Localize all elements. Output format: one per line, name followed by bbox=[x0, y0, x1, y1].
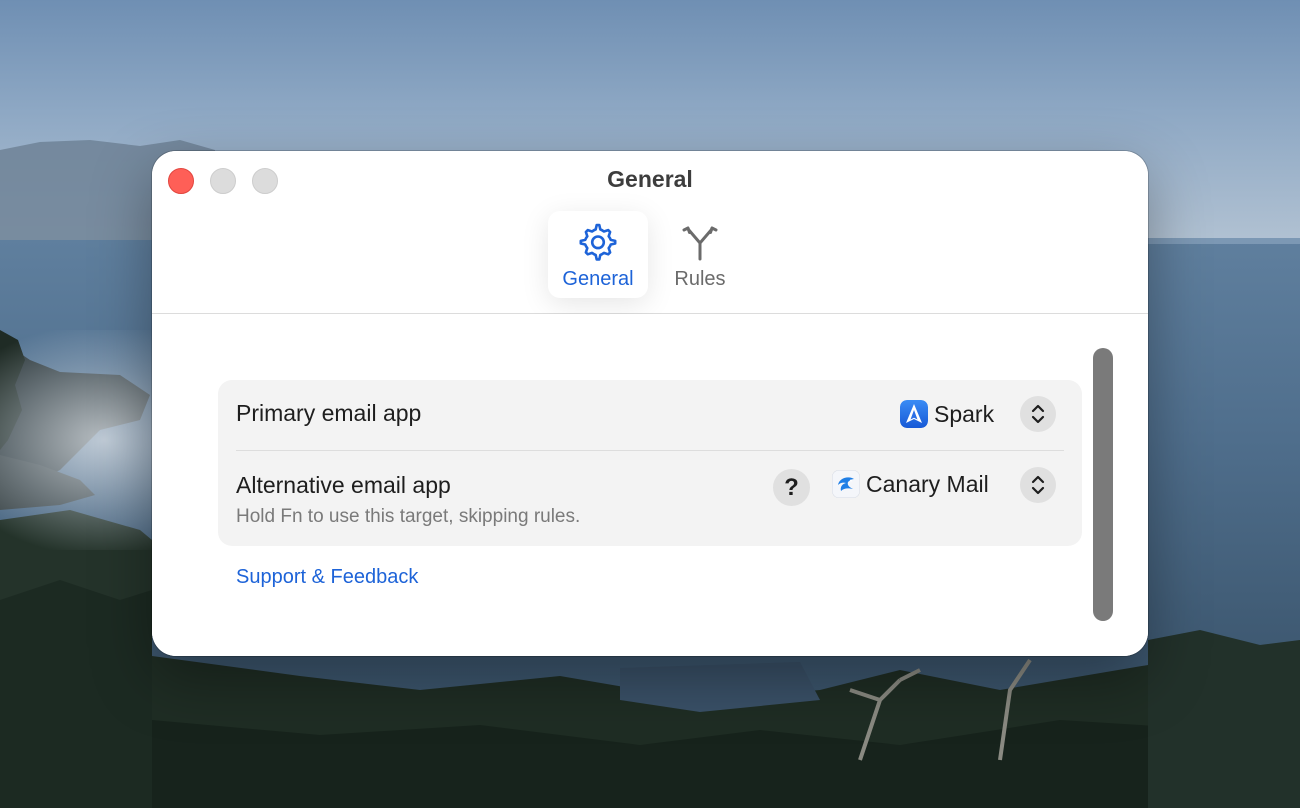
primary-email-app-value[interactable]: Spark bbox=[900, 400, 994, 428]
general-settings-pane: Primary email app Spark Alternative emai… bbox=[152, 314, 1148, 656]
settings-window: General General Rules Primary email app … bbox=[152, 151, 1148, 656]
primary-email-app-popup-button[interactable] bbox=[1020, 396, 1056, 432]
vertical-scrollbar[interactable] bbox=[1093, 348, 1113, 621]
chevron-up-down-icon bbox=[1031, 475, 1045, 495]
row-divider bbox=[236, 450, 1064, 451]
tab-rules-label: Rules bbox=[674, 268, 726, 290]
alternative-email-app-value[interactable]: Canary Mail bbox=[832, 470, 989, 498]
alternative-email-app-popup-button[interactable] bbox=[1020, 467, 1056, 503]
branch-icon bbox=[682, 226, 718, 261]
help-button[interactable]: ? bbox=[773, 469, 810, 506]
spark-app-icon bbox=[900, 400, 928, 428]
gear-icon bbox=[579, 223, 617, 261]
tab-rules[interactable]: Rules bbox=[650, 211, 750, 298]
alternative-email-app-label: Alternative email app bbox=[236, 472, 451, 498]
chevron-up-down-icon bbox=[1031, 404, 1045, 424]
tab-general-label: General bbox=[562, 268, 634, 290]
email-app-settings-group: Primary email app Spark Alternative emai… bbox=[218, 380, 1082, 546]
alternative-email-app-description: Hold Fn to use this target, skipping rul… bbox=[236, 506, 581, 527]
primary-email-app-name: Spark bbox=[934, 400, 995, 427]
window-titlebar: General General Rules bbox=[152, 151, 1148, 314]
canary-mail-app-icon bbox=[832, 470, 860, 498]
tab-general[interactable]: General bbox=[548, 211, 648, 298]
support-feedback-link[interactable]: Support & Feedback bbox=[236, 566, 418, 589]
primary-email-app-label: Primary email app bbox=[236, 400, 422, 426]
alternative-email-app-name: Canary Mail bbox=[866, 470, 989, 497]
window-title: General bbox=[607, 166, 693, 192]
